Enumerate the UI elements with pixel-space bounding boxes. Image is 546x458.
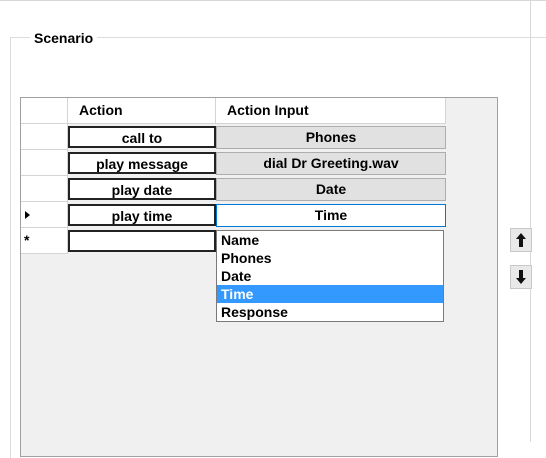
action-input-cell[interactable]: Date (216, 178, 446, 201)
table-row[interactable]: play date Date (21, 176, 446, 202)
arrow-up-icon (516, 233, 526, 247)
action-cell[interactable]: play message (68, 152, 216, 174)
action-cell[interactable]: play time (68, 204, 216, 226)
action-input-combobox[interactable]: Time (216, 204, 446, 227)
row-header[interactable] (21, 176, 68, 202)
action-input-cell[interactable]: Phones (216, 126, 446, 149)
row-header[interactable] (21, 150, 68, 176)
table-row[interactable]: play time Time (21, 202, 446, 228)
current-row-arrow-icon (25, 211, 30, 219)
new-row-star-icon: * (24, 232, 30, 248)
dropdown-option-name[interactable]: Name (217, 231, 443, 249)
column-header-action-input[interactable]: Action Input (216, 98, 446, 124)
row-header[interactable] (21, 124, 68, 150)
scenario-groupbox-title: Scenario (30, 30, 98, 46)
grid-header-row: Action Action Input (21, 98, 446, 124)
row-header[interactable]: * (21, 228, 68, 254)
action-cell[interactable]: call to (68, 126, 216, 148)
dropdown-option-response[interactable]: Response (217, 303, 443, 321)
row-header[interactable] (21, 202, 68, 228)
table-row[interactable]: call to Phones (21, 124, 446, 150)
move-down-button[interactable] (510, 265, 532, 289)
arrow-down-icon (516, 270, 526, 284)
table-row[interactable]: play message dial Dr Greeting.wav (21, 150, 446, 176)
dropdown-option-date[interactable]: Date (217, 267, 443, 285)
dropdown-option-time[interactable]: Time (217, 285, 443, 303)
column-header-action[interactable]: Action (68, 98, 216, 124)
action-cell[interactable] (68, 230, 216, 252)
action-cell[interactable]: play date (68, 178, 216, 200)
grid-corner-header (21, 98, 68, 124)
action-input-dropdown-list[interactable]: Name Phones Date Time Response (216, 230, 444, 322)
move-up-button[interactable] (510, 228, 532, 252)
window-top-border (0, 0, 546, 1)
dropdown-option-phones[interactable]: Phones (217, 249, 443, 267)
action-input-cell[interactable]: dial Dr Greeting.wav (216, 152, 446, 175)
